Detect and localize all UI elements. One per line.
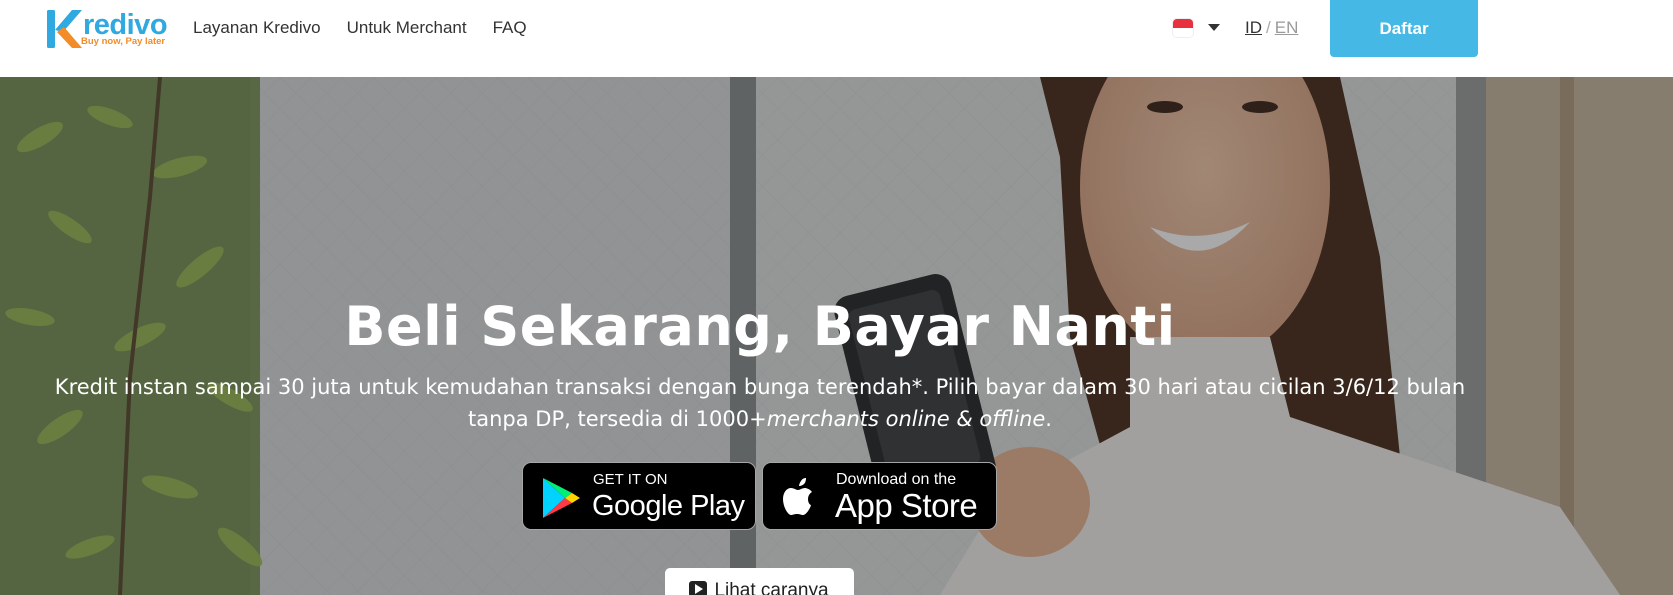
kredivo-logo[interactable]: redivo Buy now, Pay later [45,6,168,50]
chevron-down-icon[interactable] [1208,24,1220,31]
signup-button[interactable]: Daftar [1330,0,1478,57]
watch-how-label: Lihat caranya [714,580,829,595]
lang-separator: / [1266,18,1271,37]
nav-layanan-kredivo[interactable]: Layanan Kredivo [193,17,321,39]
play-video-icon [689,581,707,595]
main-nav: Layanan Kredivo Untuk Merchant FAQ [193,17,527,39]
hero-subtitle-end: . [1045,407,1052,431]
google-play-small-text: GET IT ON [593,471,668,488]
apple-icon [783,478,812,515]
hero-subtitle-main: Kredit instan sampai 30 juta untuk kemud… [54,375,1466,431]
lang-en-link[interactable]: EN [1275,18,1299,37]
hero-subtitle-italic: merchants online & offline [766,407,1046,431]
hero-title: Beli Sekarang, Bayar Nanti [344,295,1176,358]
hero-section: Beli Sekarang, Bayar Nanti Kredit instan… [0,77,1673,595]
kredivo-k-icon [47,10,82,48]
hero-subtitle: Kredit instan sampai 30 juta untuk kemud… [50,371,1470,435]
watch-how-button[interactable]: Lihat caranya [665,568,854,595]
google-play-button[interactable]: GET IT ON Google Play [522,462,756,530]
google-play-icon [543,478,580,518]
language-switcher: ID / EN [1245,17,1298,39]
lang-id-link[interactable]: ID [1245,18,1262,37]
nav-untuk-merchant[interactable]: Untuk Merchant [347,17,467,39]
logo-tagline: Buy now, Pay later [81,36,166,47]
google-play-big-text: Google Play [592,490,745,522]
top-navbar: redivo Buy now, Pay later Layanan Krediv… [0,0,1673,77]
nav-faq[interactable]: FAQ [493,17,527,39]
app-store-big-text: App Store [835,487,978,524]
app-store-button[interactable]: Download on the App Store [762,462,997,530]
indonesia-flag-icon[interactable] [1173,19,1193,37]
